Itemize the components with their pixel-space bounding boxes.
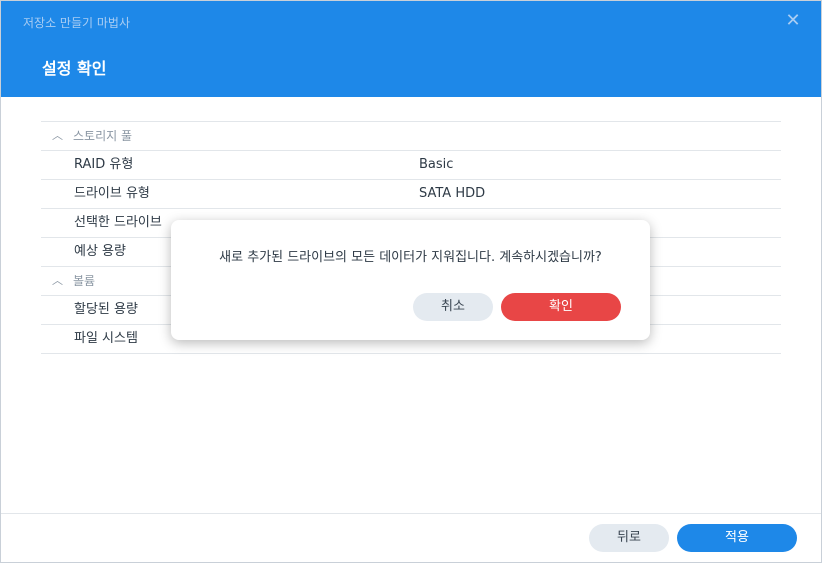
dialog-message: 새로 추가된 드라이브의 모든 데이터가 지워집니다. 계속하시겠습니까? (219, 250, 602, 265)
confirm-button[interactable]: 확인 (501, 293, 621, 321)
confirm-dialog: 새로 추가된 드라이브의 모든 데이터가 지워집니다. 계속하시겠습니까? 취소… (171, 220, 650, 340)
modal-overlay: 새로 추가된 드라이브의 모든 데이터가 지워집니다. 계속하시겠습니까? 취소… (0, 0, 822, 563)
cancel-button[interactable]: 취소 (413, 293, 493, 321)
